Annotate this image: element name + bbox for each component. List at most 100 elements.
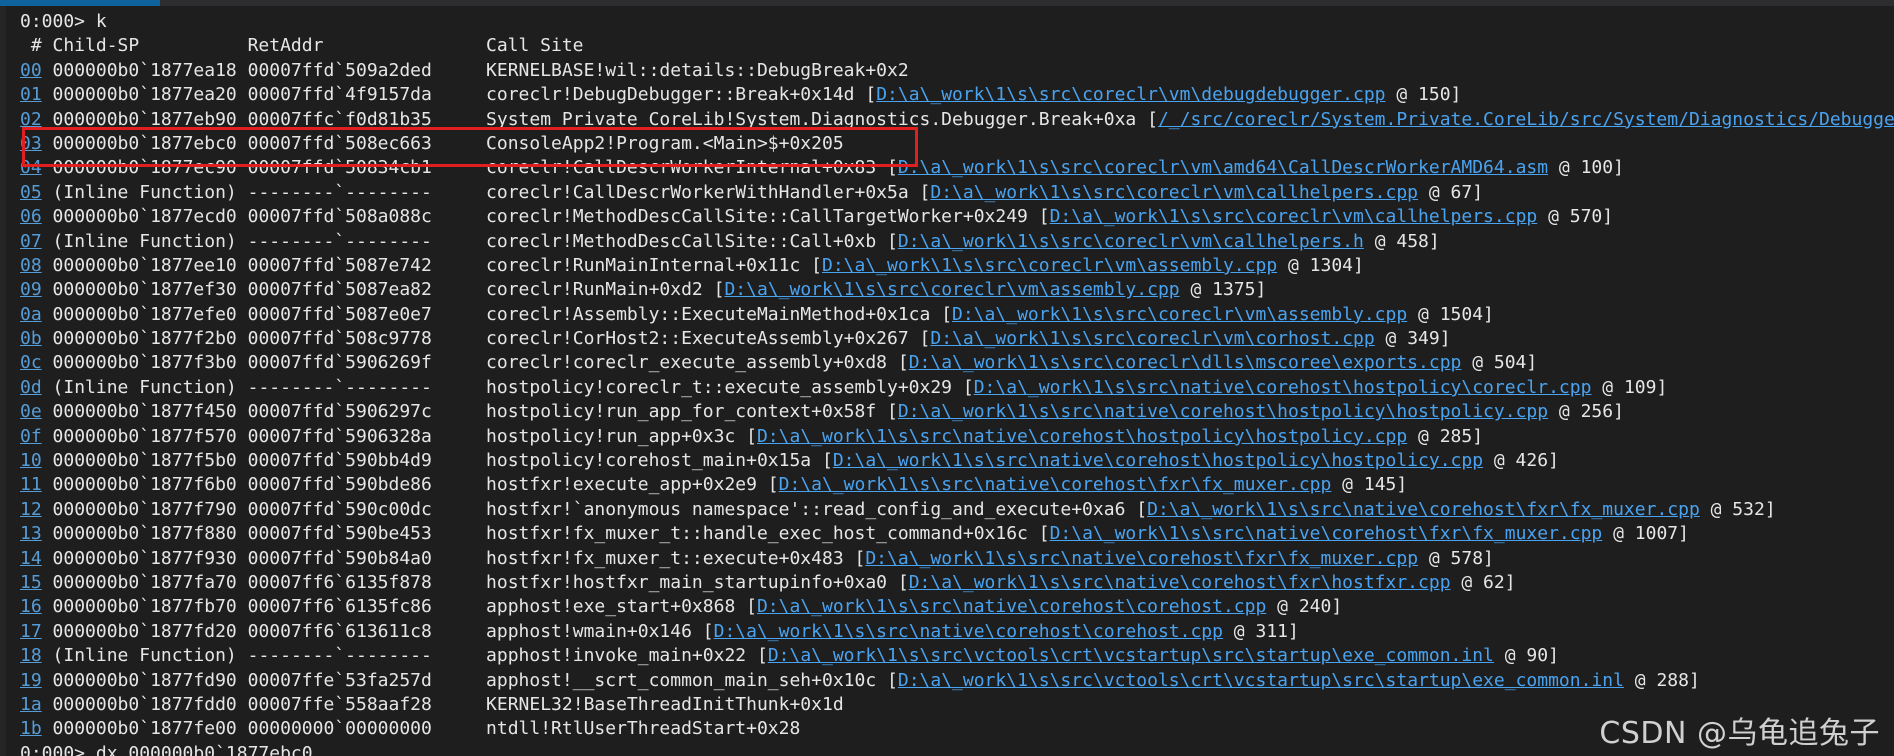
source-file-link[interactable]: D:\a\_work\1\s\src\coreclr\vm\assembly.c… [952, 304, 1407, 325]
stack-frame-row: 11 000000b0`1877f6b0 00007ffd`590bde86 h… [20, 474, 1408, 496]
source-file-link[interactable]: D:\a\_work\1\s\src\coreclr\vm\assembly.c… [724, 279, 1179, 300]
frame-number-link[interactable]: 0e [20, 401, 42, 422]
child-sp-value: 000000b0`1877ecd0 [52, 206, 237, 228]
call-site-text: hostfxr!hostfxr_main_startupinfo+0xa0 [486, 571, 887, 593]
stack-header-line: # Child-SP RetAddr Call Site [20, 35, 584, 57]
ret-addr-value: --------`-------- [247, 230, 432, 252]
source-line-number: @ 1504] [1407, 303, 1494, 325]
frame-number-link[interactable]: 0c [20, 352, 42, 373]
child-sp-value: 000000b0`1877f790 [52, 498, 237, 520]
call-site-text: ntdll!RtlUserThreadStart+0x28 [486, 718, 801, 740]
source-file-link[interactable]: D:\a\_work\1\s\src\native\corehost\coreh… [714, 621, 1223, 642]
frame-number-link[interactable]: 19 [20, 670, 42, 691]
frame-number-link[interactable]: 0f [20, 426, 42, 447]
source-file-link[interactable]: D:\a\_work\1\s\src\coreclr\vm\amd64\Call… [898, 157, 1548, 178]
source-line-number: @ 100] [1548, 157, 1624, 179]
ret-addr-value: 00007ffd`5087e742 [247, 254, 432, 276]
source-file-link[interactable]: D:\a\_work\1\s\src\coreclr\vm\debugdebug… [876, 84, 1385, 105]
ret-addr-value: 00007ffd`4f9157da [247, 84, 432, 106]
frame-number-link[interactable]: 08 [20, 255, 42, 276]
stack-frame-row: 12 000000b0`1877f790 00007ffd`590c00dc h… [20, 498, 1776, 520]
call-site-text: hostpolicy!coreclr_t::execute_assembly+0… [486, 376, 953, 398]
source-file-link[interactable]: D:\a\_work\1\s\src\native\corehost\hostp… [898, 401, 1548, 422]
frame-number-link[interactable]: 11 [20, 474, 42, 495]
ret-addr-value: 00007ffd`5906297c [247, 401, 432, 423]
source-line-number: @ 145] [1331, 474, 1408, 496]
stack-frame-row: 00 000000b0`1877ea18 00007ffd`509a2ded K… [20, 59, 1894, 83]
source-file-link[interactable]: D:\a\_work\1\s\src\native\corehost\fxr\f… [779, 474, 1332, 495]
source-file-link[interactable]: D:\a\_work\1\s\src\native\corehost\hostp… [974, 377, 1592, 398]
ret-addr-value: 00007ffd`509a2ded [247, 59, 432, 81]
frame-number-link[interactable]: 0a [20, 304, 42, 325]
source-file-link[interactable]: D:\a\_work\1\s\src\vctools\crt\vcstartup… [768, 645, 1494, 666]
frame-number-link[interactable]: 07 [20, 231, 42, 252]
ret-addr-value: 00007ffe`53fa257d [247, 669, 432, 691]
frame-number-link[interactable]: 03 [20, 133, 42, 154]
frame-number-link[interactable]: 17 [20, 621, 42, 642]
frame-number-link[interactable]: 0b [20, 328, 42, 349]
frame-number-link[interactable]: 12 [20, 499, 42, 520]
child-sp-value: 000000b0`1877ebc0 [52, 132, 237, 154]
source-file-link[interactable]: D:\a\_work\1\s\src\native\corehost\hostp… [833, 450, 1483, 471]
call-site-text: KERNEL32!BaseThreadInitThunk+0x1d [486, 693, 844, 715]
stack-frame-row: 05 (Inline Function) --------`-------- c… [20, 181, 1484, 203]
frame-number-link[interactable]: 10 [20, 450, 42, 471]
source-file-link[interactable]: D:\a\_work\1\s\src\vctools\crt\vcstartup… [898, 670, 1624, 691]
frame-number-link[interactable]: 06 [20, 206, 42, 227]
frame-number-link[interactable]: 01 [20, 84, 42, 105]
ret-addr-value: 00007ffd`508a088c [247, 206, 432, 228]
ret-addr-value: 00007ffd`590bb4d9 [247, 450, 432, 472]
frame-number-link[interactable]: 15 [20, 572, 42, 593]
stack-frame-row: 14 000000b0`1877f930 00007ffd`590b84a0 h… [20, 547, 1494, 569]
child-sp-value: 000000b0`1877fb70 [52, 596, 237, 618]
source-file-link[interactable]: D:\a\_work\1\s\src\coreclr\vm\callhelper… [898, 231, 1364, 252]
child-sp-value: (Inline Function) [52, 181, 237, 203]
source-line-number: @ 1375] [1179, 279, 1267, 301]
source-file-link[interactable]: D:\a\_work\1\s\src\coreclr\vm\assembly.c… [822, 255, 1277, 276]
call-site-text: coreclr!CorHost2::ExecuteAssembly+0x267 [486, 328, 909, 350]
frame-number-link[interactable]: 16 [20, 596, 42, 617]
stack-frame-row: 02 000000b0`1877eb90 00007ffc`f0d81b35 S… [20, 108, 1894, 132]
child-sp-value: 000000b0`1877f6b0 [52, 474, 237, 496]
frame-number-link[interactable]: 00 [20, 60, 42, 81]
source-file-link[interactable]: D:\a\_work\1\s\src\native\corehost\fxr\h… [909, 572, 1451, 593]
ret-addr-value: 00007ffd`590b84a0 [247, 547, 432, 569]
source-line-number: @ 458] [1363, 230, 1440, 252]
call-site-text: hostpolicy!run_app+0x3c [486, 425, 736, 447]
frame-number-link[interactable]: 14 [20, 548, 42, 569]
frame-number-link[interactable]: 04 [20, 157, 42, 178]
source-file-link[interactable]: D:\a\_work\1\s\src\coreclr\vm\callhelper… [1050, 206, 1538, 227]
source-file-link[interactable]: D:\a\_work\1\s\src\coreclr\dlls\mscoree\… [909, 352, 1462, 373]
frame-number-link[interactable]: 02 [20, 109, 42, 130]
source-file-link[interactable]: D:\a\_work\1\s\src\coreclr\vm\corhost.cp… [930, 328, 1374, 349]
source-file-link[interactable]: /_/src/coreclr/System.Private.CoreLib/sr… [1158, 109, 1894, 130]
ret-addr-value: --------`-------- [247, 376, 432, 398]
call-site-text: KERNELBASE!wil::details::DebugBreak+0x2 [486, 59, 909, 81]
stack-frame-row: 0e 000000b0`1877f450 00007ffd`5906297c h… [20, 401, 1624, 423]
child-sp-value: (Inline Function) [52, 645, 237, 667]
frame-number-link[interactable]: 1b [20, 718, 42, 739]
stack-frame-row: 01 000000b0`1877ea20 00007ffd`4f9157da c… [20, 84, 1462, 106]
child-sp-value: 000000b0`1877fa70 [52, 571, 237, 593]
frame-number-link[interactable]: 0d [20, 377, 42, 398]
call-site-text: coreclr!MethodDescCallSite::Call+0xb [486, 230, 877, 252]
frame-number-link[interactable]: 13 [20, 523, 42, 544]
source-file-link[interactable]: D:\a\_work\1\s\src\native\corehost\hostp… [757, 426, 1407, 447]
ret-addr-value: 00007ffd`5087e0e7 [247, 303, 432, 325]
source-file-link[interactable]: D:\a\_work\1\s\src\native\corehost\fxr\f… [1147, 499, 1700, 520]
source-file-link[interactable]: D:\a\_work\1\s\src\native\corehost\fxr\f… [865, 548, 1418, 569]
tab-strip [0, 0, 1894, 6]
source-file-link[interactable]: D:\a\_work\1\s\src\native\corehost\fxr\f… [1050, 523, 1603, 544]
csdn-watermark: CSDN @乌龟追兔子 [1599, 715, 1880, 751]
child-sp-value: (Inline Function) [52, 230, 237, 252]
ret-addr-value: 00007ff6`6135f878 [247, 571, 432, 593]
source-file-link[interactable]: D:\a\_work\1\s\src\coreclr\vm\callhelper… [930, 182, 1418, 203]
child-sp-value: 000000b0`1877f5b0 [52, 450, 237, 472]
debugger-console[interactable]: 0:000> k # Child-SP RetAddr Call Site 00… [0, 0, 1894, 756]
frame-number-link[interactable]: 09 [20, 279, 42, 300]
frame-number-link[interactable]: 18 [20, 645, 42, 666]
frame-number-link[interactable]: 05 [20, 182, 42, 203]
source-file-link[interactable]: D:\a\_work\1\s\src\native\corehost\coreh… [757, 596, 1266, 617]
active-tab-indicator[interactable] [0, 0, 160, 6]
frame-number-link[interactable]: 1a [20, 694, 42, 715]
